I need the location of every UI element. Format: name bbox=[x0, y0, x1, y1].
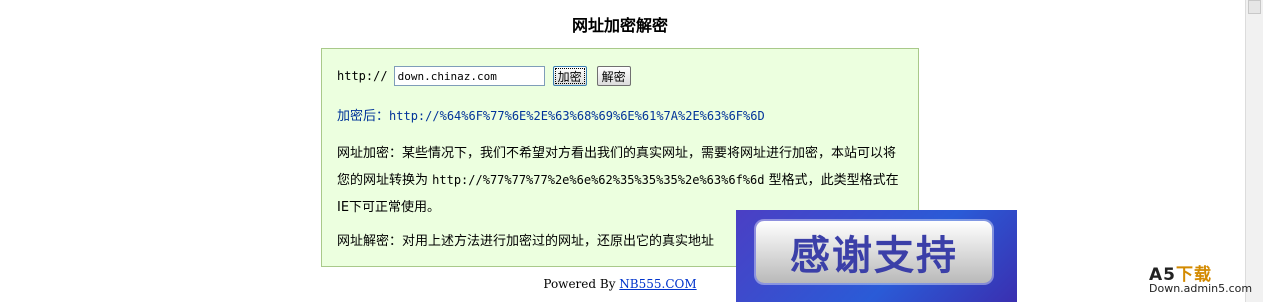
result-value: http://%64%6F%77%6E%2E%63%68%69%6E%61%7A… bbox=[389, 109, 765, 123]
thanks-banner-text: 感谢支持 bbox=[756, 221, 992, 283]
scrollbar-up-arrow[interactable] bbox=[1248, 0, 1261, 14]
encrypted-result: 加密后：http://%64%6F%77%6E%2E%63%68%69%6E%6… bbox=[337, 105, 765, 124]
page-title: 网址加密解密 bbox=[571, 16, 668, 35]
result-label: 加密后： bbox=[337, 109, 390, 124]
decrypt-button[interactable]: 解密 bbox=[596, 66, 631, 86]
site-watermark: A5下载 Down.admin5.com bbox=[1149, 267, 1259, 296]
encrypt-example-url: http://%77%77%77%2e%6e%62%35%35%35%2e%63… bbox=[432, 173, 765, 187]
vertical-scrollbar[interactable] bbox=[1245, 0, 1263, 302]
footer: Powered By NB555.COM bbox=[0, 277, 1240, 291]
protocol-label: http:// bbox=[337, 69, 388, 83]
footer-link[interactable]: NB555.COM bbox=[619, 277, 696, 291]
footer-prefix: Powered By bbox=[543, 277, 620, 291]
thanks-banner: 感谢支持 bbox=[736, 210, 1017, 302]
watermark-domain: Down.admin5.com bbox=[1149, 282, 1253, 295]
watermark-brand: A5下载 bbox=[1149, 267, 1259, 284]
encrypt-button[interactable]: 加密 bbox=[552, 66, 587, 86]
encrypt-description: 网址加密：某些情况下，我们不希望对方看出我们的真实网址，需要将网址进行加密，本站… bbox=[337, 140, 902, 221]
url-form: http:// 加密 解密 bbox=[337, 66, 631, 86]
url-input[interactable] bbox=[393, 66, 545, 86]
